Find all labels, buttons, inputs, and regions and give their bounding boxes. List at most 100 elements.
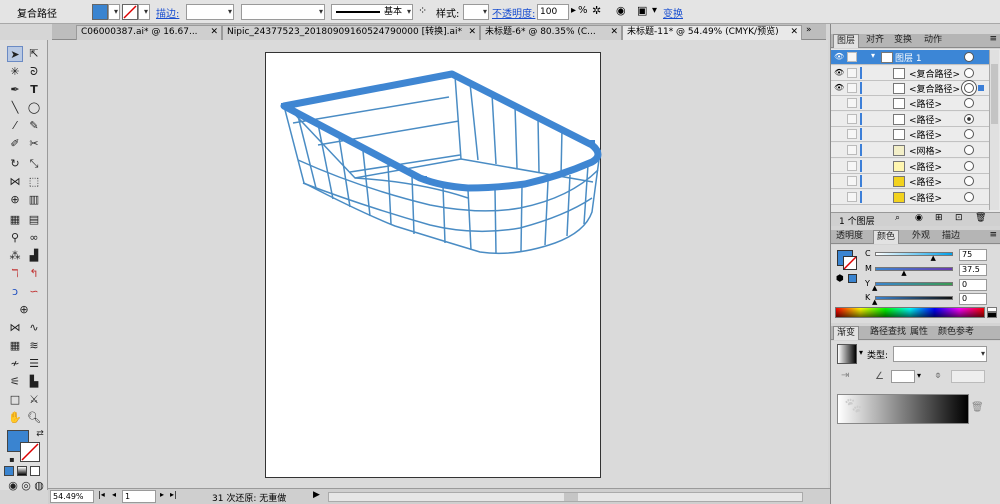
- layer-row[interactable]: 👁︎ <复合路径>: [831, 81, 991, 96]
- target-icon[interactable]: [964, 161, 974, 171]
- lock-toggle[interactable]: [847, 98, 857, 108]
- last-color-icon[interactable]: [848, 274, 857, 283]
- layer-row[interactable]: 👁︎ ▾ 图层 1: [831, 50, 991, 65]
- basket-rim-selected[interactable]: [280, 70, 602, 192]
- yellow-value[interactable]: 0: [959, 279, 987, 291]
- scrollbar-thumb[interactable]: [991, 64, 998, 124]
- black-swatch[interactable]: [987, 312, 997, 318]
- prev-artboard-icon[interactable]: ◂: [112, 490, 116, 499]
- zoom-dropdown[interactable]: 54.49%: [50, 490, 94, 503]
- anchor-point[interactable]: [422, 176, 427, 181]
- locate-object-icon[interactable]: ⌕: [895, 213, 900, 223]
- aspect-ratio-input[interactable]: [951, 370, 985, 383]
- target-icon[interactable]: [964, 114, 974, 124]
- layer-row[interactable]: <路径>: [831, 112, 991, 127]
- new-sublayer-icon[interactable]: ⊞: [935, 213, 943, 223]
- magenta-slider[interactable]: [875, 267, 953, 271]
- eye-icon[interactable]: 👁︎: [834, 83, 844, 93]
- layer-row[interactable]: <路径>: [831, 127, 991, 142]
- tab-pathfinder[interactable]: 路径查找: [867, 326, 909, 340]
- gradient-preview[interactable]: [837, 344, 857, 364]
- lock-toggle[interactable]: [847, 176, 857, 186]
- target-icon[interactable]: [964, 83, 974, 93]
- target-icon[interactable]: [964, 68, 974, 78]
- basket-rib: [467, 189, 472, 251]
- magenta-value[interactable]: 37.5: [959, 264, 987, 276]
- tab-appearance[interactable]: 外观: [909, 230, 933, 244]
- tab-layers[interactable]: 图层: [833, 34, 860, 48]
- last-artboard-icon[interactable]: ▸|: [170, 490, 177, 499]
- new-layer-icon[interactable]: ⊡: [955, 213, 963, 223]
- stroke-gradient-icon[interactable]: ⇥: [841, 370, 849, 381]
- basket-rib: [442, 185, 446, 244]
- lock-toggle[interactable]: [847, 192, 857, 202]
- target-icon[interactable]: [964, 192, 974, 202]
- tab-color-guide[interactable]: 颜色参考: [935, 326, 977, 340]
- delete-icon[interactable]: 🗑︎: [975, 213, 986, 223]
- lock-toggle[interactable]: [847, 161, 857, 171]
- lock-toggle[interactable]: [847, 83, 857, 93]
- layer-row[interactable]: <路径>: [831, 174, 991, 189]
- slider-handle[interactable]: ▲: [872, 298, 877, 306]
- delete-stop-icon[interactable]: 🗑︎: [971, 402, 984, 413]
- first-artboard-icon[interactable]: |◂: [98, 490, 105, 499]
- lock-toggle[interactable]: [847, 68, 857, 78]
- layer-row[interactable]: 👁︎ <复合路径>: [831, 66, 991, 81]
- layer-row[interactable]: <网格>: [831, 143, 991, 158]
- expand-arrow-icon[interactable]: ▾: [871, 51, 875, 60]
- yellow-slider[interactable]: [875, 282, 953, 286]
- tab-align[interactable]: 对齐: [863, 34, 887, 48]
- layer-row[interactable]: <路径>: [831, 159, 991, 174]
- eye-icon[interactable]: 👁︎: [834, 68, 844, 78]
- tab-stroke[interactable]: 描边: [939, 230, 963, 244]
- target-icon[interactable]: [964, 145, 974, 155]
- layer-name: <路径>: [909, 131, 943, 141]
- lock-toggle[interactable]: [847, 129, 857, 139]
- target-icon[interactable]: [964, 176, 974, 186]
- tab-transform[interactable]: 变换: [891, 34, 915, 48]
- tab-attributes[interactable]: 属性: [907, 326, 931, 340]
- color-stroke-box[interactable]: [843, 256, 857, 270]
- target-icon[interactable]: [964, 52, 974, 62]
- tab-gradient[interactable]: 渐变: [833, 326, 860, 340]
- target-icon[interactable]: [964, 98, 974, 108]
- gradient-preview-dropdown[interactable]: ▾: [859, 348, 863, 357]
- horizontal-scrollbar[interactable]: [328, 492, 803, 502]
- clipping-mask-icon[interactable]: ◉: [915, 213, 923, 223]
- status-menu-icon[interactable]: ▶: [313, 490, 320, 500]
- tab-color[interactable]: 颜色: [873, 230, 900, 244]
- lock-toggle[interactable]: [847, 114, 857, 124]
- target-icon[interactable]: [964, 129, 974, 139]
- angle-input[interactable]: [891, 370, 915, 383]
- cube-icon[interactable]: ⬢: [836, 274, 844, 284]
- slider-handle[interactable]: ▲: [872, 284, 877, 292]
- panel-menu-icon[interactable]: ≡: [989, 230, 997, 240]
- layer-thumbnail: [893, 161, 905, 172]
- lock-toggle[interactable]: [847, 52, 857, 62]
- black-value[interactable]: 0: [959, 293, 987, 305]
- anchor-point[interactable]: [449, 71, 454, 76]
- anchor-point[interactable]: [490, 185, 495, 190]
- cyan-value[interactable]: 75: [959, 249, 987, 261]
- color-spectrum-bar[interactable]: [835, 307, 985, 318]
- scrollbar-thumb[interactable]: [564, 493, 578, 501]
- slider-handle[interactable]: ▲: [901, 269, 906, 277]
- tab-actions[interactable]: 动作: [921, 34, 945, 48]
- next-artboard-icon[interactable]: ▸: [160, 490, 164, 499]
- tab-transparency[interactable]: 透明度: [833, 230, 866, 244]
- slider-handle[interactable]: ▲: [931, 254, 936, 262]
- black-slider[interactable]: [875, 296, 953, 300]
- lock-toggle[interactable]: [847, 145, 857, 155]
- anchor-point[interactable]: [596, 150, 601, 155]
- cyan-slider[interactable]: [875, 252, 953, 256]
- artboard-number-dropdown[interactable]: 1: [122, 490, 156, 503]
- panel-menu-icon[interactable]: ≡: [989, 34, 997, 44]
- eye-icon[interactable]: 👁︎: [834, 52, 844, 62]
- gradient-type-dropdown[interactable]: ▾: [893, 346, 987, 362]
- anchor-point[interactable]: [281, 103, 286, 108]
- angle-dropdown-icon[interactable]: ▾: [917, 371, 921, 380]
- layer-row[interactable]: <路径>: [831, 190, 991, 205]
- layer-row[interactable]: <路径>: [831, 96, 991, 111]
- anchor-point[interactable]: [590, 140, 595, 145]
- layers-scrollbar[interactable]: [989, 50, 999, 210]
